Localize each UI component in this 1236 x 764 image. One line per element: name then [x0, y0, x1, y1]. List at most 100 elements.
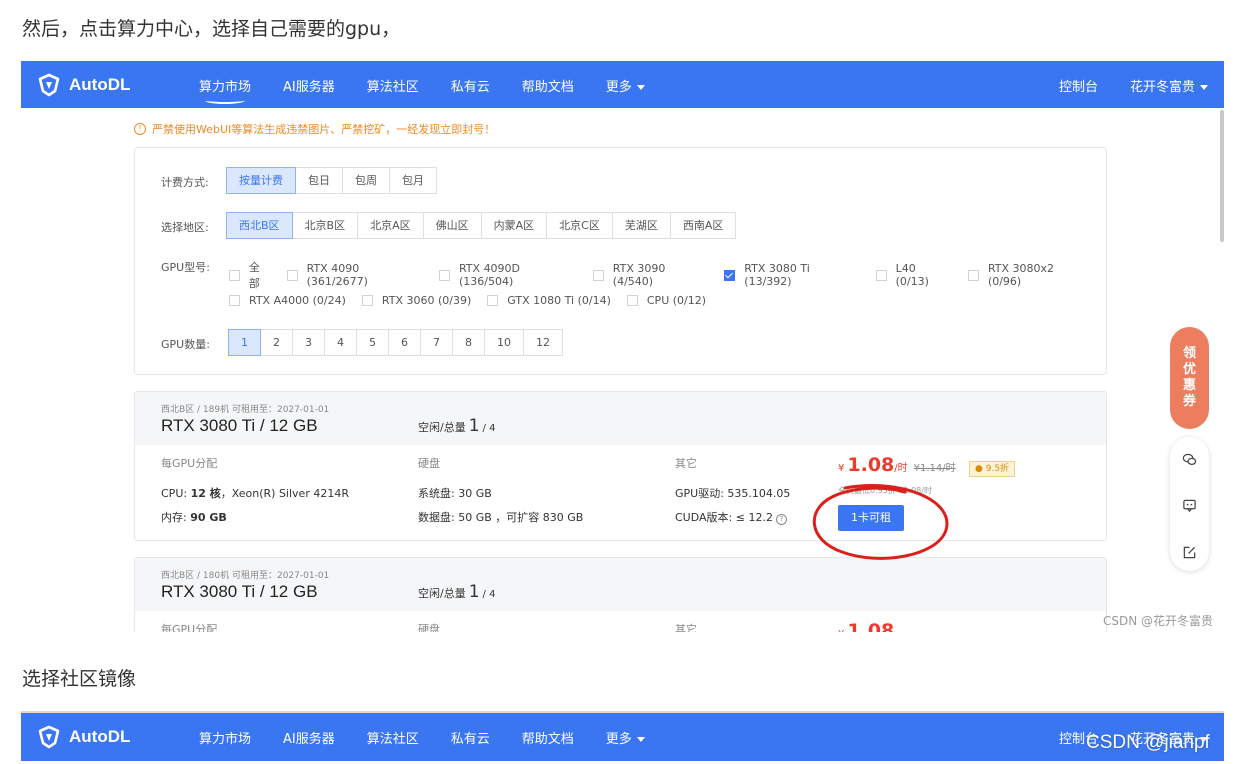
rent-button[interactable]: 1卡可租 — [838, 505, 904, 531]
nav-private-cloud[interactable]: 私有云 — [451, 728, 490, 747]
nav-compute-market[interactable]: 算力市场 — [199, 728, 251, 747]
checkbox-icon — [361, 295, 373, 306]
region-option[interactable]: 西南A区 — [669, 212, 737, 239]
wechat-icon[interactable] — [1182, 452, 1197, 467]
nav-compute-market[interactable]: 算力市场 — [199, 76, 251, 104]
member-price: 会员最低0.95折 ¥1.08/时 — [838, 486, 932, 495]
billing-pay-as-you-go[interactable]: 按量计费 — [226, 167, 296, 194]
gpu-count-option[interactable]: 10 — [484, 329, 524, 356]
scrollbar[interactable] — [1220, 110, 1224, 242]
gpu-checkbox[interactable]: RTX 4090 (361/2677) — [286, 259, 423, 291]
gpu-count-option[interactable]: 5 — [356, 329, 389, 356]
checkbox-icon — [592, 269, 604, 281]
checkbox-icon — [439, 269, 450, 281]
card-header: 西北B区 / 189机 可租用至：2027-01-01 RTX 3080 Ti … — [135, 392, 1106, 445]
checkbox-icon — [286, 269, 298, 281]
cpu-model: ，Xeon(R) Silver 4214R — [220, 487, 349, 500]
coupon-button[interactable]: 领 优 惠 券 — [1170, 327, 1209, 429]
discount-badge: ● 9.5折 — [969, 461, 1016, 477]
nav-help-docs[interactable]: 帮助文档 — [522, 76, 574, 95]
billing-daily[interactable]: 包日 — [295, 167, 343, 194]
gpu-allocation: 每GPU分配 CPU: 12 核，Xeon(R) Silver 4214R 内存… — [161, 455, 349, 533]
nav-algorithm-community[interactable]: 算法社区 — [367, 728, 419, 747]
nav-ai-server[interactable]: AI服务器 — [283, 76, 335, 95]
data-disk: 数据盘: 50 GB ，可扩容 830 GB — [418, 511, 584, 524]
nav-more-label: 更多 — [605, 731, 632, 747]
region-option[interactable]: 北京C区 — [546, 212, 613, 239]
help-icon[interactable]: ? — [775, 514, 787, 525]
info-icon: ! — [134, 123, 146, 135]
region-option[interactable]: 北京A区 — [357, 212, 424, 239]
disk-heading: 硬盘 — [418, 457, 440, 470]
other-heading: 其它 — [675, 623, 697, 632]
region-option[interactable]: 北京B区 — [291, 212, 359, 239]
autodl-logo-icon — [38, 73, 60, 97]
gpu-count-option[interactable]: 4 — [324, 329, 357, 356]
gpu-count-option[interactable]: 1 — [228, 329, 261, 356]
gpu-checkbox[interactable]: RTX 3060 (0/39) — [361, 294, 471, 307]
gpu-count-option[interactable]: 7 — [420, 329, 453, 356]
autodl-page: ! 严禁使用WebUI等算法生成违禁图片、严禁挖矿，一经发现立即封号！ 计费方式… — [21, 108, 1224, 632]
currency-symbol: ¥ — [838, 463, 845, 474]
console-link[interactable]: 控制台 — [1059, 76, 1098, 95]
checkbox-checked-icon — [724, 269, 736, 281]
nav-private-cloud[interactable]: 私有云 — [451, 76, 490, 95]
gpu-checkbox[interactable]: RTX 3090 (4/540) — [592, 259, 709, 291]
gpu-option-label: RTX 3080 Ti (13/392) — [744, 262, 810, 288]
gpu-checkbox[interactable]: RTX A4000 (0/24) — [229, 294, 346, 307]
gpu-option-label: RTX 4090 (361/2677) — [306, 262, 368, 288]
nav-more[interactable]: 更多 — [606, 76, 645, 95]
gpu-checkbox[interactable]: L40 (0/13) — [875, 259, 952, 291]
nav-algorithm-community[interactable]: 算法社区 — [367, 76, 419, 95]
message-icon[interactable] — [1182, 498, 1197, 513]
billing-label: 计费方式: — [161, 176, 209, 189]
nav-more[interactable]: 更多 — [606, 728, 645, 747]
gpu-checkbox[interactable]: GTX 1080 Ti (0/14) — [487, 294, 611, 307]
nav-help-docs[interactable]: 帮助文档 — [522, 728, 574, 747]
region-option[interactable]: 西北B区 — [226, 212, 293, 239]
gpu-checkbox[interactable]: CPU (0/12) — [626, 294, 706, 307]
gpu-allocation-heading: 每GPU分配 — [161, 457, 218, 470]
second-text: 选择社区镜像 — [22, 668, 137, 690]
top-nav: AutoDL 算力市场 AI服务器 算法社区 私有云 帮助文档 更多 控制台 花… — [21, 711, 1224, 761]
edit-icon[interactable] — [1182, 545, 1197, 560]
disk-heading: 硬盘 — [418, 623, 440, 632]
region-option[interactable]: 佛山区 — [422, 212, 482, 239]
checkbox-icon — [487, 295, 499, 306]
nav-ai-server[interactable]: AI服务器 — [283, 728, 335, 747]
side-toolbar — [1170, 437, 1209, 571]
region-option[interactable]: 芜湖区 — [611, 212, 671, 239]
user-name: 花开冬富贵 — [1129, 79, 1195, 95]
gpu-machine-card: 西北B区 / 189机 可租用至：2027-01-01 RTX 3080 Ti … — [134, 391, 1107, 541]
billing-weekly[interactable]: 包周 — [342, 167, 390, 194]
top-nav: AutoDL 算力市场 AI服务器 算法社区 私有云 帮助文档 更多 控制台 花… — [21, 61, 1224, 109]
gpu-count-option[interactable]: 6 — [388, 329, 421, 356]
nav-more-label: 更多 — [605, 79, 632, 95]
billing-monthly[interactable]: 包月 — [389, 167, 437, 194]
gpu-count-option[interactable]: 3 — [292, 329, 325, 356]
brand-logo[interactable]: AutoDL — [37, 73, 130, 97]
gpu-count-option[interactable]: 2 — [260, 329, 293, 356]
region-option[interactable]: 内蒙A区 — [480, 212, 548, 239]
disk-info: 硬盘 — [418, 621, 440, 632]
gpu-model-label: GPU型号: — [161, 261, 210, 274]
checkbox-icon — [229, 295, 240, 306]
gpu-checkbox[interactable]: RTX 4090D (136/504) — [439, 259, 577, 291]
brand-logo[interactable]: AutoDL — [37, 725, 130, 749]
original-price: ¥1.14/时 — [913, 463, 956, 474]
user-menu[interactable]: 花开冬富贵 — [1130, 76, 1208, 95]
gpu-checkbox[interactable]: 全部 — [229, 259, 271, 291]
gpu-allocation: 每GPU分配 — [161, 621, 217, 632]
machine-title: RTX 3080 Ti / 12 GB — [161, 416, 318, 435]
gpu-checkbox-checked[interactable]: RTX 3080 Ti (13/392) — [724, 259, 859, 291]
gpu-checkbox[interactable]: RTX 3080x2 (0/96) — [968, 259, 1090, 291]
coupon-char: 惠 — [1182, 378, 1196, 393]
gpu-count-option[interactable]: 12 — [523, 329, 563, 356]
checkbox-icon — [229, 269, 240, 281]
total-count: / 4 — [482, 423, 496, 434]
gpu-option-label: 全部 — [248, 261, 260, 290]
csdn-watermark: CSDN @花开冬富贵 — [1103, 614, 1214, 628]
gpu-machine-card: 西北B区 / 180机 可租用至：2027-01-01 RTX 3080 Ti … — [134, 557, 1107, 632]
chevron-down-icon — [1200, 84, 1208, 90]
gpu-count-option[interactable]: 8 — [452, 329, 485, 356]
